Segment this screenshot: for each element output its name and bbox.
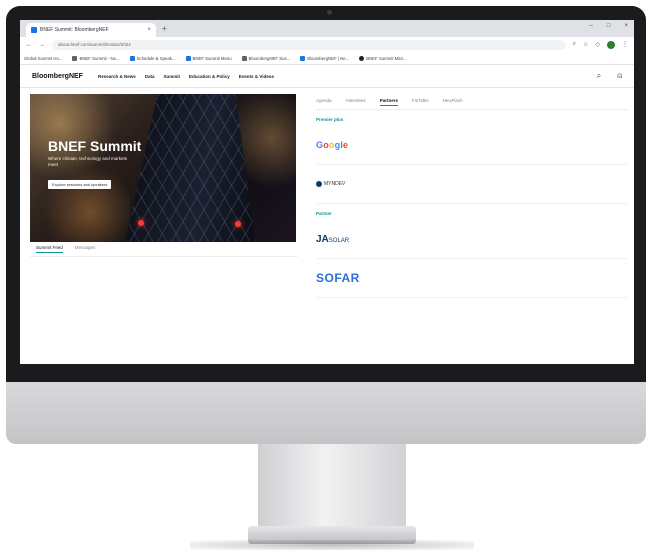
partner-logo-sofar[interactable]: SOFAR	[316, 259, 628, 298]
tab-newflash[interactable]: NewFlash	[443, 98, 463, 106]
url-input[interactable]: about.bnef.com/summit/london/2024	[52, 39, 566, 50]
bookmark-icon	[129, 55, 135, 61]
bookmark-item[interactable]: BNEF Summit - Ne...	[72, 55, 120, 61]
star-icon[interactable]: ☆	[583, 41, 588, 48]
tab-fintalks[interactable]: FinTalks	[412, 98, 429, 106]
address-bar: ← → about.bnef.com/summit/london/2024 ⌕ …	[20, 37, 634, 52]
myndev-icon	[316, 181, 322, 187]
main-content: BNEF Summit Where climate, technology an…	[20, 88, 634, 308]
bookmark-item[interactable]: BNEF Summit Menu	[185, 55, 232, 61]
nav-data[interactable]: Data	[145, 74, 155, 79]
partner-logo-google[interactable]: Google	[316, 126, 628, 165]
myndev-logo: MYNDEV	[316, 181, 345, 187]
stand-shadow	[190, 540, 474, 550]
red-light	[138, 220, 144, 226]
search-icon[interactable]: ⌕	[597, 71, 601, 81]
left-tabs: Summit Feed Messages	[30, 242, 298, 257]
left-column: BNEF Summit Where climate, technology an…	[30, 94, 298, 308]
webcam	[327, 10, 332, 15]
hero-subtitle: Where climate, technology and markets me…	[48, 156, 128, 167]
skyscraper-image	[125, 94, 255, 242]
bookmark-item[interactable]: Global Summit Ho...	[24, 56, 62, 61]
bookmarks-bar: Global Summit Ho... BNEF Summit - Ne... …	[20, 52, 634, 65]
back-icon[interactable]: ←	[26, 42, 32, 48]
partner-logo-jasolar[interactable]: JASOLAR	[316, 220, 628, 259]
browser-tab[interactable]: BNEF Summit: BloombergNEF ×	[26, 23, 156, 37]
header-icons: ⌕ ⍝	[597, 71, 622, 81]
right-column: Agenda Attendees Partners FinTalks NewFl…	[298, 94, 628, 308]
window-controls: – □ ×	[590, 23, 628, 29]
hero-cta-button[interactable]: Explore sessions and speakers	[48, 180, 112, 189]
partner-logo-myndev[interactable]: MYNDEV	[316, 165, 628, 204]
monitor-chin	[6, 382, 646, 444]
nav-education-policy[interactable]: Education & Policy	[189, 74, 230, 79]
menu-icon[interactable]: ⋮	[622, 41, 628, 48]
partner-logo-partial	[316, 298, 628, 308]
bookmark-icon	[359, 55, 365, 61]
profile-avatar[interactable]	[607, 40, 615, 49]
tab-agenda[interactable]: Agenda	[316, 98, 332, 106]
bookmark-icon	[241, 55, 247, 61]
browser-tabbar: BNEF Summit: BloombergNEF × + – □ ×	[20, 20, 634, 37]
nav-summit[interactable]: Summit	[164, 74, 181, 79]
red-light	[235, 221, 241, 227]
partner-section-label: Partner	[316, 211, 332, 216]
bookmark-item[interactable]: Schedule & Speak...	[129, 55, 176, 61]
city-lights	[30, 94, 130, 242]
user-icon[interactable]: ⍝	[617, 71, 622, 81]
tab-summit-feed[interactable]: Summit Feed	[36, 245, 63, 253]
bookmark-item[interactable]: BloombergNEF | Ne...	[300, 55, 349, 61]
product-photo: BNEF Summit: BloombergNEF × + – □ × ← → …	[0, 0, 654, 558]
close-window-icon[interactable]: ×	[624, 23, 628, 29]
partner-tabs: Agenda Attendees Partners FinTalks NewFl…	[316, 94, 628, 110]
bookmark-item[interactable]: BNEF Summit Man...	[359, 55, 407, 61]
zoom-icon[interactable]: ⌕	[573, 41, 576, 48]
tab-messages[interactable]: Messages	[75, 245, 96, 253]
tab-partners[interactable]: Partners	[379, 98, 399, 106]
extensions-icon[interactable]: ◇	[595, 41, 600, 48]
site-header: BloombergNEF Research & News Data Summit…	[20, 65, 634, 88]
maximize-icon[interactable]: □	[607, 23, 611, 29]
minimize-icon[interactable]: –	[590, 23, 593, 29]
premier-section-label: Premier plus	[316, 117, 344, 122]
monitor-screen: BNEF Summit: BloombergNEF × + – □ × ← → …	[20, 20, 634, 364]
favicon-icon	[31, 27, 37, 33]
site-logo[interactable]: BloombergNEF	[32, 73, 83, 80]
jasolar-logo: JASOLAR	[316, 233, 350, 245]
bookmark-icon	[300, 55, 306, 61]
nav-events-videos[interactable]: Events & Videos	[239, 74, 274, 79]
sofar-logo: SOFAR	[316, 271, 360, 285]
bookmark-icon	[185, 55, 191, 61]
tab-title: BNEF Summit: BloombergNEF	[40, 27, 109, 33]
bookmark-item[interactable]: BloombergNEF Sus...	[241, 55, 290, 61]
new-tab-button[interactable]: +	[162, 24, 167, 33]
forward-icon[interactable]: →	[39, 42, 45, 48]
hero-title: BNEF Summit	[48, 138, 142, 154]
bookmark-icon	[72, 55, 78, 61]
close-tab-icon[interactable]: ×	[147, 27, 151, 33]
google-logo: Google	[316, 140, 349, 150]
nav-research-news[interactable]: Research & News	[98, 74, 136, 79]
hero-banner: BNEF Summit Where climate, technology an…	[30, 94, 296, 242]
tab-attendees[interactable]: Attendees	[346, 98, 366, 106]
monitor-stand-neck	[258, 444, 406, 530]
